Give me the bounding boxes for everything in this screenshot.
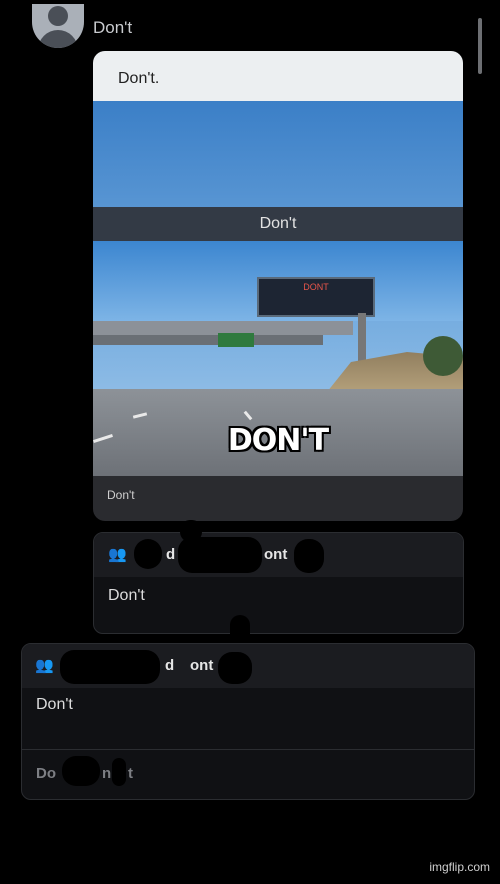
lane-marking — [132, 412, 148, 419]
post-image[interactable]: Don't DONT DON'T — [93, 101, 463, 476]
redaction-scribble — [62, 756, 100, 786]
comment-action-fragment-2: n — [102, 765, 112, 782]
comment-body: Don't — [108, 587, 145, 604]
comment-action-fragment-3: t — [128, 765, 133, 782]
card-title-bar: Don't. — [93, 51, 463, 101]
redaction-scribble — [178, 537, 262, 573]
redaction-scribble — [294, 539, 324, 573]
commenter-name-fragment: d — [166, 546, 176, 563]
image-caption: Don't — [93, 207, 463, 241]
commenter-name-fragment-2: ont — [190, 657, 214, 674]
avatar-head-shape — [48, 6, 68, 26]
redaction-scribble — [218, 652, 252, 684]
comment-body: Don't — [36, 696, 73, 713]
meme-text: DON'T — [227, 423, 329, 458]
redaction-scribble — [112, 758, 126, 786]
commenter-name-fragment: d — [165, 657, 175, 674]
redaction-scribble — [180, 520, 202, 542]
comment-header: 👥 d ont — [94, 533, 463, 577]
post-author[interactable]: Don't — [93, 18, 132, 38]
commenter-name-fragment-2: ont — [264, 546, 288, 563]
redaction-scribble — [134, 539, 162, 569]
card-title: Don't. — [118, 70, 160, 87]
comment-action-fragment[interactable]: Do — [36, 765, 56, 782]
group-icon: 👥 — [35, 657, 54, 674]
watermark: imgflip.com — [429, 860, 490, 874]
trees — [423, 336, 463, 376]
post-card[interactable]: Don't. Don't DONT DON'T Don't — [93, 51, 463, 521]
overpass-underside — [93, 335, 323, 345]
divider — [22, 749, 474, 750]
redaction-scribble — [60, 650, 160, 684]
avatar-body-shape — [38, 30, 78, 48]
billboard: DONT — [257, 277, 375, 317]
group-icon: 👥 — [108, 546, 127, 563]
comment-card[interactable]: 👥 d ont Don't Do n t — [21, 643, 475, 800]
avatar[interactable] — [32, 4, 84, 48]
card-footer-text: Don't — [107, 488, 135, 502]
lane-marking — [243, 410, 253, 421]
highway-sign — [218, 333, 254, 347]
comment-card[interactable]: 👥 d ont Don't — [93, 532, 464, 634]
scrollbar[interactable] — [478, 18, 482, 74]
comment-header: 👥 d ont — [22, 644, 474, 688]
